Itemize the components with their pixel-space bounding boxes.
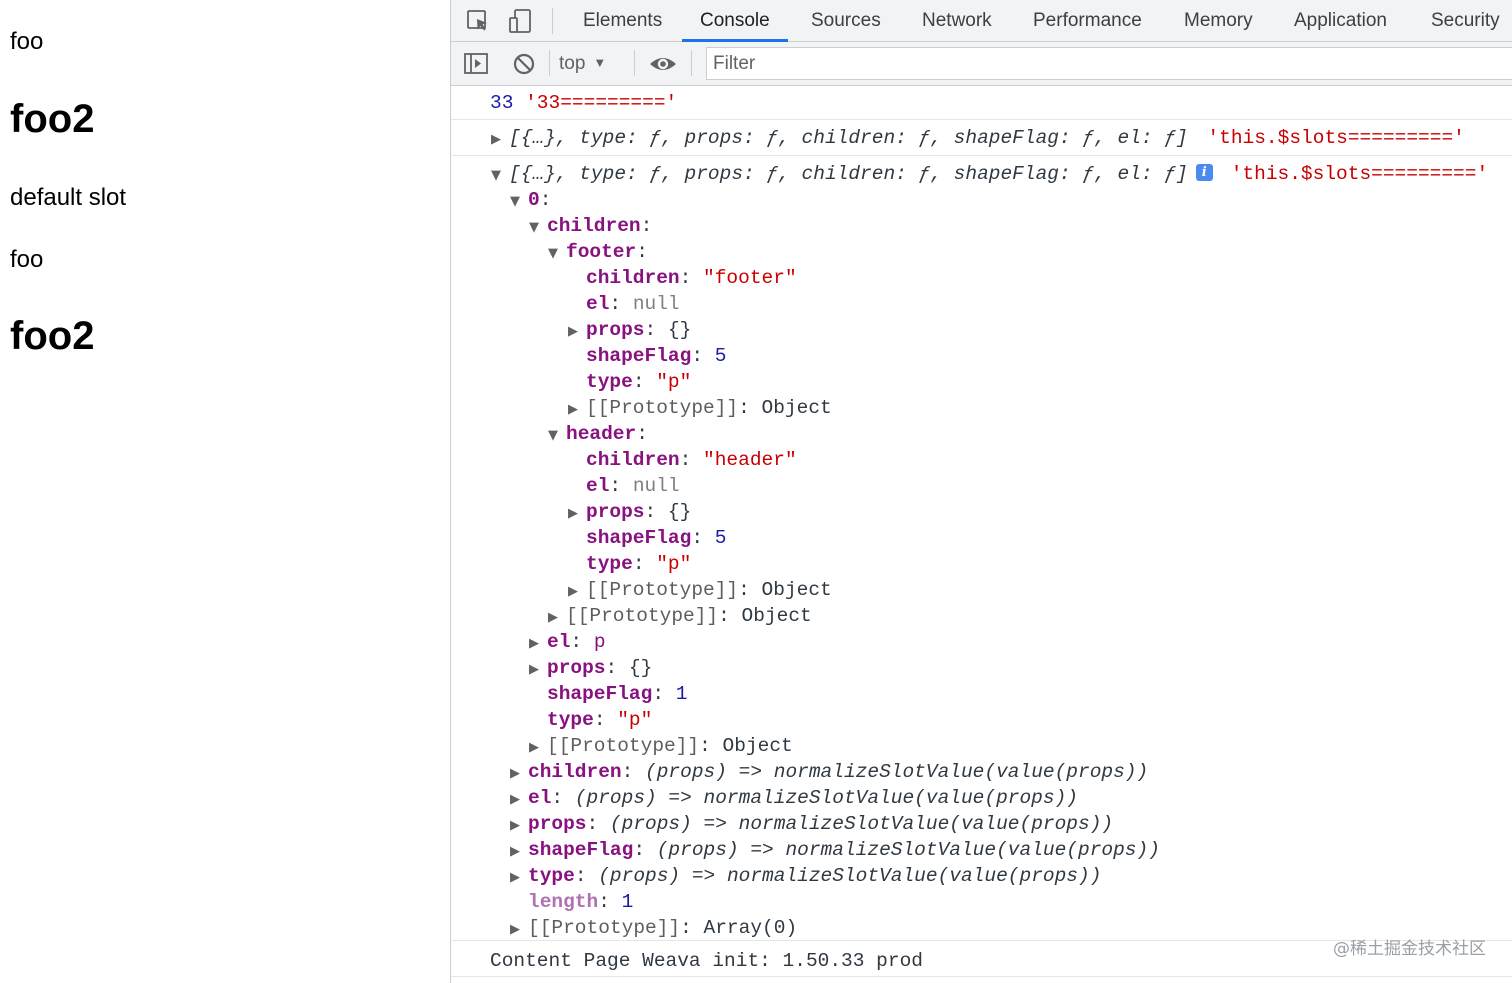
tree-fn-prop[interactable]: ▶ type: (props) => normalizeSlotValue(val… — [510, 863, 1101, 889]
expand-triangle-icon[interactable]: ▶ — [510, 839, 528, 865]
context-selector[interactable]: top ▼ — [559, 50, 606, 78]
expand-triangle-icon[interactable]: ▶ — [529, 657, 547, 683]
tab-elements[interactable]: Elements — [565, 0, 680, 41]
device-toolbar-icon[interactable] — [506, 6, 536, 36]
expand-triangle-icon[interactable]: ▶ — [548, 605, 566, 631]
tree-prop: el: null — [586, 475, 680, 497]
array-preview: [{…}, type: ƒ, props: ƒ, children: ƒ, sh… — [509, 127, 1188, 149]
context-label: top — [559, 53, 586, 74]
expand-triangle-icon[interactable]: ▶ — [510, 813, 528, 839]
toolbar-divider — [634, 50, 635, 76]
rendered-page: foo foo2 default slot foo foo2 — [0, 0, 450, 983]
tree-prop: type: "p" — [586, 371, 692, 393]
log-number: 33 — [490, 92, 514, 114]
expand-triangle-icon[interactable]: ▶ — [510, 917, 528, 943]
tree-prop: type: "p" — [547, 709, 653, 731]
tree-prop: shapeFlag: 5 — [586, 345, 727, 367]
expand-triangle-icon[interactable]: ▶ — [529, 735, 547, 761]
console-message-expanded: ▼ [{…}, type: ƒ, props: ƒ, children: ƒ, s… — [451, 156, 1512, 941]
tree-fn-prop[interactable]: ▶ shapeFlag: (props) => normalizeSlotValu… — [510, 837, 1160, 863]
toolbar-divider — [552, 8, 553, 34]
expand-triangle-icon[interactable]: ▶ — [491, 127, 509, 153]
tree-prop[interactable]: ▶ props: {} — [568, 317, 691, 343]
inspect-element-icon[interactable] — [463, 6, 493, 36]
tree-node-index[interactable]: ▼ 0: — [510, 187, 551, 213]
console-message: ▶ [{…}, type: ƒ, props: ƒ, children: ƒ, s… — [451, 120, 1512, 156]
tree-fn-prop[interactable]: ▶ props: (props) => normalizeSlotValue(va… — [510, 811, 1113, 837]
info-icon[interactable]: i — [1195, 164, 1213, 181]
tree-prop: children: "footer" — [586, 267, 797, 289]
console-message: 33 '33=========' — [451, 86, 1512, 120]
tree-prop: type: "p" — [586, 553, 692, 575]
log-string: 'this.$slots=========' — [1207, 127, 1465, 149]
tree-prototype[interactable]: ▶ [[Prototype]]: Object — [529, 733, 793, 759]
tree-prop[interactable]: ▶ props: {} — [529, 655, 652, 681]
collapse-triangle-icon[interactable]: ▼ — [548, 423, 566, 449]
sidebar-toggle-icon[interactable] — [462, 49, 492, 79]
tree-prototype[interactable]: ▶ [[Prototype]]: Object — [568, 395, 832, 421]
console-filter-input[interactable] — [706, 47, 1512, 80]
tree-prop[interactable]: ▶ props: {} — [568, 499, 691, 525]
tree-prop[interactable]: ▶ el: p — [529, 629, 606, 655]
collapse-triangle-icon[interactable]: ▼ — [510, 189, 528, 215]
log-string: '33=========' — [525, 92, 678, 114]
array-preview: [{…}, type: ƒ, props: ƒ, children: ƒ, sh… — [509, 163, 1188, 185]
expand-triangle-icon[interactable]: ▶ — [568, 319, 586, 345]
expand-triangle-icon[interactable]: ▶ — [529, 631, 547, 657]
tree-fn-prop[interactable]: ▶ el: (props) => normalizeSlotValue(value… — [510, 785, 1078, 811]
collapse-triangle-icon[interactable]: ▼ — [548, 241, 566, 267]
tab-console[interactable]: Console — [682, 0, 788, 42]
expand-triangle-icon[interactable]: ▶ — [510, 865, 528, 891]
console-toolbar: top ▼ — [451, 42, 1512, 86]
expand-triangle-icon[interactable]: ▶ — [568, 397, 586, 423]
tree-prop: children: "header" — [586, 449, 797, 471]
expand-triangle-icon[interactable]: ▶ — [510, 761, 528, 787]
devtools-tabbar: Elements Console Sources Network Perform… — [451, 0, 1512, 42]
tree-prototype[interactable]: ▶ [[Prototype]]: Object — [548, 603, 812, 629]
toolbar-divider — [549, 50, 550, 76]
live-expression-eye-icon[interactable] — [648, 49, 678, 79]
expand-triangle-icon[interactable]: ▶ — [510, 787, 528, 813]
page-text-foo: foo — [10, 28, 44, 55]
array-summary-row[interactable]: ▶ [{…}, type: ƒ, props: ƒ, children: ƒ, s… — [491, 125, 1465, 151]
toolbar-divider — [691, 50, 692, 76]
tree-fn-prop[interactable]: ▶ children: (props) => normalizeSlotValue… — [510, 759, 1148, 785]
watermark: @稀土掘金技术社区 — [1333, 939, 1486, 959]
tree-node-footer[interactable]: ▼ footer: — [548, 239, 648, 265]
devtools-panel: Elements Console Sources Network Perform… — [450, 0, 1512, 983]
tab-security[interactable]: Security — [1413, 0, 1512, 41]
caret-down-icon: ▼ — [593, 55, 607, 70]
clear-console-icon[interactable] — [509, 49, 539, 79]
tab-performance[interactable]: Performance — [1015, 0, 1160, 41]
tab-sources[interactable]: Sources — [793, 0, 899, 41]
tree-prototype[interactable]: ▶ [[Prototype]]: Object — [568, 577, 832, 603]
array-summary-row[interactable]: ▼ [{…}, type: ƒ, props: ƒ, children: ƒ, s… — [491, 161, 1488, 187]
tree-prop: shapeFlag: 1 — [547, 683, 688, 705]
expand-triangle-icon[interactable]: ▶ — [568, 501, 586, 527]
page-text-foo: foo — [10, 246, 44, 273]
tree-node-header[interactable]: ▼ header: — [548, 421, 648, 447]
tab-network[interactable]: Network — [904, 0, 1010, 41]
collapse-triangle-icon[interactable]: ▼ — [529, 215, 547, 241]
page-text-default-slot: default slot — [10, 184, 127, 211]
tree-node-children[interactable]: ▼ children: — [529, 213, 652, 239]
page-heading-foo2: foo2 — [10, 314, 95, 358]
log-string: 'this.$slots=========' — [1230, 163, 1489, 185]
expand-triangle-icon[interactable]: ▶ — [568, 579, 586, 605]
tree-prototype[interactable]: ▶ [[Prototype]]: Array(0) — [510, 915, 797, 941]
log-text: Content Page Weava init: 1.50.33 prod — [490, 950, 923, 972]
tree-prop: length: 1 — [528, 891, 634, 913]
collapse-triangle-icon[interactable]: ▼ — [491, 163, 509, 189]
tree-prop: el: null — [586, 293, 680, 315]
tab-memory[interactable]: Memory — [1166, 0, 1271, 41]
tab-application[interactable]: Application — [1276, 0, 1405, 41]
tree-prop: shapeFlag: 5 — [586, 527, 727, 549]
page-heading-foo2: foo2 — [10, 97, 95, 141]
